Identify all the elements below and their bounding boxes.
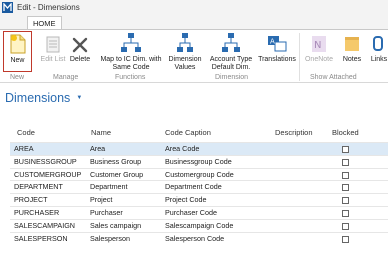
ribbon: New Edit List Delete Map to IC Dim. with…: [0, 29, 388, 83]
cell-name[interactable]: Salesperson: [90, 233, 130, 246]
new-button[interactable]: New: [3, 31, 32, 72]
blocked-checkbox[interactable]: [342, 197, 349, 205]
onenote-icon: N: [310, 32, 328, 54]
table-header: Code Name Code Caption Description Block…: [10, 124, 388, 142]
dimension-values-icon: [176, 32, 194, 54]
window-title: Edit - Dimensions: [17, 3, 80, 12]
onenote-button[interactable]: N OneNote: [303, 32, 335, 64]
app-logo-icon: [2, 2, 13, 13]
ribbon-tab-row: HOME: [0, 15, 388, 30]
dimension-values-label: Dimension Values: [168, 56, 202, 71]
blocked-checkbox[interactable]: [342, 235, 349, 243]
edit-list-icon: [45, 32, 61, 54]
table-row[interactable]: DEPARTMENT Department Department Code: [10, 180, 388, 193]
column-header-description[interactable]: Description: [275, 128, 313, 137]
edit-list-label: Edit List: [40, 56, 66, 63]
translations-icon: A: [267, 32, 287, 54]
translations-label: Translations: [258, 56, 296, 63]
notes-label: Notes: [342, 56, 362, 63]
cell-code-caption[interactable]: Salesperson Code: [165, 233, 224, 246]
notes-icon: [343, 32, 361, 54]
group-label-show-attached: Show Attached: [310, 74, 357, 81]
table-row[interactable]: BUSINESSGROUP Business Group Businessgro…: [10, 154, 388, 168]
column-header-blocked[interactable]: Blocked: [332, 128, 359, 137]
table-row[interactable]: PURCHASER Purchaser Purchaser Code: [10, 205, 388, 219]
table-row[interactable]: SALESPERSON Salesperson Salesperson Code: [10, 231, 388, 246]
new-document-icon: [9, 33, 27, 55]
page-title[interactable]: Dimensions ▼: [5, 91, 82, 105]
table-row[interactable]: CUSTOMERGROUP Customer Group Customergro…: [10, 167, 388, 181]
column-header-code-caption[interactable]: Code Caption: [165, 128, 211, 137]
translations-button[interactable]: A Translations: [257, 32, 297, 64]
onenote-label: OneNote: [304, 56, 334, 63]
notes-button[interactable]: Notes: [338, 32, 366, 64]
delete-x-icon: [72, 32, 88, 54]
map-to-ic-label: Map to IC Dim. with Same Code: [100, 56, 162, 71]
ribbon-separator: [299, 33, 300, 81]
blocked-checkbox[interactable]: [342, 184, 349, 192]
links-button[interactable]: Links: [368, 32, 388, 64]
blocked-checkbox[interactable]: [342, 209, 349, 217]
table-row[interactable]: SALESCAMPAIGN Sales campaign Salescampai…: [10, 218, 388, 232]
cell-code[interactable]: SALESPERSON: [14, 233, 68, 246]
map-to-ic-button[interactable]: Map to IC Dim. with Same Code: [100, 32, 162, 72]
group-label-functions: Functions: [115, 74, 146, 81]
table-row[interactable]: PROJECT Project Project Code: [10, 193, 388, 206]
chevron-down-icon[interactable]: ▼: [76, 95, 82, 101]
account-type-default-dim-button[interactable]: Account Type Default Dim.: [206, 32, 256, 72]
title-bar: Edit - Dimensions: [0, 0, 388, 15]
tab-home[interactable]: HOME: [27, 16, 62, 30]
account-type-icon: [221, 32, 241, 54]
svg-text:N: N: [314, 40, 321, 51]
page-title-text: Dimensions: [5, 91, 71, 105]
svg-text:A: A: [270, 38, 275, 46]
edit-list-button[interactable]: Edit List: [40, 32, 66, 64]
group-label-manage: Manage: [53, 74, 79, 81]
new-button-label: New: [10, 57, 25, 64]
column-header-code[interactable]: Code: [17, 128, 35, 137]
blocked-checkbox[interactable]: [342, 158, 349, 166]
links-label: Links: [370, 56, 388, 63]
dimension-values-button[interactable]: Dimension Values: [165, 32, 205, 72]
column-header-name[interactable]: Name: [91, 128, 111, 137]
dimensions-table: Code Name Code Caption Description Block…: [10, 124, 388, 244]
blocked-checkbox[interactable]: [342, 222, 349, 230]
group-label-dimension: Dimension: [215, 74, 249, 81]
map-dimension-icon: [120, 32, 142, 54]
blocked-checkbox[interactable]: [342, 171, 349, 179]
table-row[interactable]: AREA Area Area Code: [10, 142, 388, 155]
group-label-new: New: [10, 74, 25, 81]
delete-button[interactable]: Delete: [67, 32, 93, 64]
account-type-label: Account Type Default Dim.: [209, 56, 253, 71]
delete-label: Delete: [69, 56, 91, 63]
blocked-checkbox[interactable]: [342, 146, 349, 153]
links-icon: [371, 32, 387, 54]
